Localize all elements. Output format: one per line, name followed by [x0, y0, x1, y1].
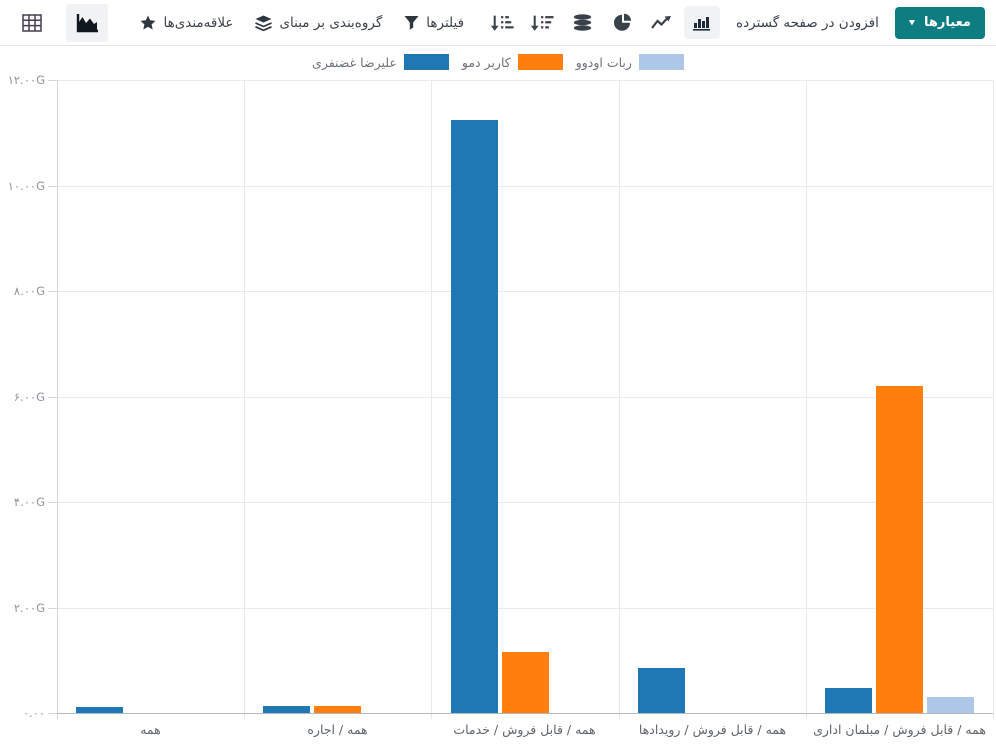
favorites-label: علاقه‌مندی‌ها: [163, 15, 233, 31]
x-gridline: [619, 80, 620, 719]
x-axis-label: همه / قابل فروش / خدمات: [431, 721, 618, 739]
y-gridline: [57, 608, 993, 609]
x-axis-label: همه / قابل فروش / مبلمان اداری: [806, 721, 993, 739]
groupby-button[interactable]: گروه‌بندی بر مبنای: [255, 15, 382, 31]
star-icon: [140, 15, 156, 30]
view-switcher: [11, 4, 108, 42]
stacked-toggle-button[interactable]: [564, 6, 600, 39]
chart-type-pie-button[interactable]: [604, 6, 640, 39]
legend-swatch: [518, 54, 563, 70]
y-axis-tick: [48, 713, 57, 714]
chart-type-line-button[interactable]: [644, 6, 680, 39]
sort-ascending-icon: [490, 14, 514, 32]
bar[interactable]: [638, 668, 685, 713]
groupby-label: گروه‌بندی بر مبنای: [279, 15, 382, 31]
legend-item[interactable]: علیرضا غضنفری: [312, 54, 449, 70]
grid-pivot-icon: [22, 14, 42, 32]
caret-down-icon: ▼: [909, 19, 915, 26]
y-gridline: [57, 291, 993, 292]
bar-chart-icon: [692, 14, 712, 31]
filters-button[interactable]: فیلترها: [404, 15, 464, 31]
legend-label: ربات اودوو: [576, 55, 632, 70]
y-gridline: [57, 502, 993, 503]
bar[interactable]: [825, 688, 872, 713]
sort-descending-icon: [530, 14, 554, 32]
layers-icon: [255, 15, 272, 31]
pie-chart-icon: [613, 13, 632, 32]
x-axis-label: همه / اجاره: [244, 721, 431, 739]
y-axis-tick: [48, 80, 57, 81]
y-axis-tick: [48, 291, 57, 292]
legend-swatch: [639, 54, 684, 70]
x-gridline: [431, 80, 432, 719]
search-facets: فیلترها گروه‌بندی بر مبنای علاقه‌مندی‌ها: [140, 15, 464, 31]
legend-item[interactable]: ربات اودوو: [576, 54, 684, 70]
y-gridline: [57, 80, 993, 81]
legend-item[interactable]: کاربر دمو: [462, 54, 563, 70]
favorites-button[interactable]: علاقه‌مندی‌ها: [140, 15, 233, 31]
y-axis-label: ۸.۰۰G: [0, 283, 45, 299]
x-axis-label: همه: [57, 721, 244, 739]
funnel-icon: [404, 15, 419, 30]
x-axis-label: همه / قابل فروش / رویدادها: [619, 721, 806, 739]
y-axis-tick: [48, 186, 57, 187]
bar[interactable]: [876, 386, 923, 713]
measures-label: معیارها: [924, 15, 971, 30]
y-axis-tick: [48, 608, 57, 609]
graph-area: علیرضا غضنفری کاربر دمو ربات اودوو ۰.۰۰ ۲…: [0, 46, 996, 746]
control-panel: معیارها ▼ افزودن در صفحه گسترده: [0, 0, 996, 46]
chart-type-bar-button[interactable]: [684, 6, 720, 39]
stacked-discs-icon: [572, 14, 593, 31]
y-axis-label: ۴.۰۰G: [0, 494, 45, 510]
y-axis-label: ۱۲.۰۰G: [0, 72, 45, 88]
bar[interactable]: [76, 707, 123, 713]
x-gridline: [993, 80, 994, 719]
x-gridline: [806, 80, 807, 719]
sort-ascending-button[interactable]: [484, 6, 520, 39]
measures-button[interactable]: معیارها ▼: [895, 7, 985, 39]
view-switch-graph-button[interactable]: [66, 4, 108, 42]
insert-in-spreadsheet-button[interactable]: افزودن در صفحه گسترده: [736, 15, 879, 31]
view-switch-pivot-button[interactable]: [11, 4, 53, 42]
bar[interactable]: [263, 706, 310, 713]
y-axis-label: ۰.۰۰: [0, 705, 45, 721]
bar[interactable]: [451, 120, 498, 713]
x-axis-line: [57, 713, 993, 714]
x-gridline: [57, 80, 58, 719]
sort-descending-button[interactable]: [524, 6, 560, 39]
chart-legend: علیرضا غضنفری کاربر دمو ربات اودوو: [0, 54, 996, 70]
bar[interactable]: [927, 697, 974, 713]
y-axis-label: ۱۰.۰۰G: [0, 178, 45, 194]
line-chart-icon: [651, 15, 673, 31]
legend-swatch: [404, 54, 449, 70]
bar[interactable]: [502, 652, 549, 713]
x-gridline: [244, 80, 245, 719]
area-chart-icon: [74, 12, 100, 34]
y-axis-label: ۲.۰۰G: [0, 600, 45, 616]
legend-label: کاربر دمو: [462, 55, 511, 70]
y-gridline: [57, 397, 993, 398]
filters-label: فیلترها: [426, 15, 464, 31]
bar[interactable]: [314, 706, 361, 713]
y-axis-tick: [48, 502, 57, 503]
y-axis-label: ۶.۰۰G: [0, 389, 45, 405]
legend-label: علیرضا غضنفری: [312, 55, 397, 70]
y-axis-tick: [48, 397, 57, 398]
y-gridline: [57, 186, 993, 187]
